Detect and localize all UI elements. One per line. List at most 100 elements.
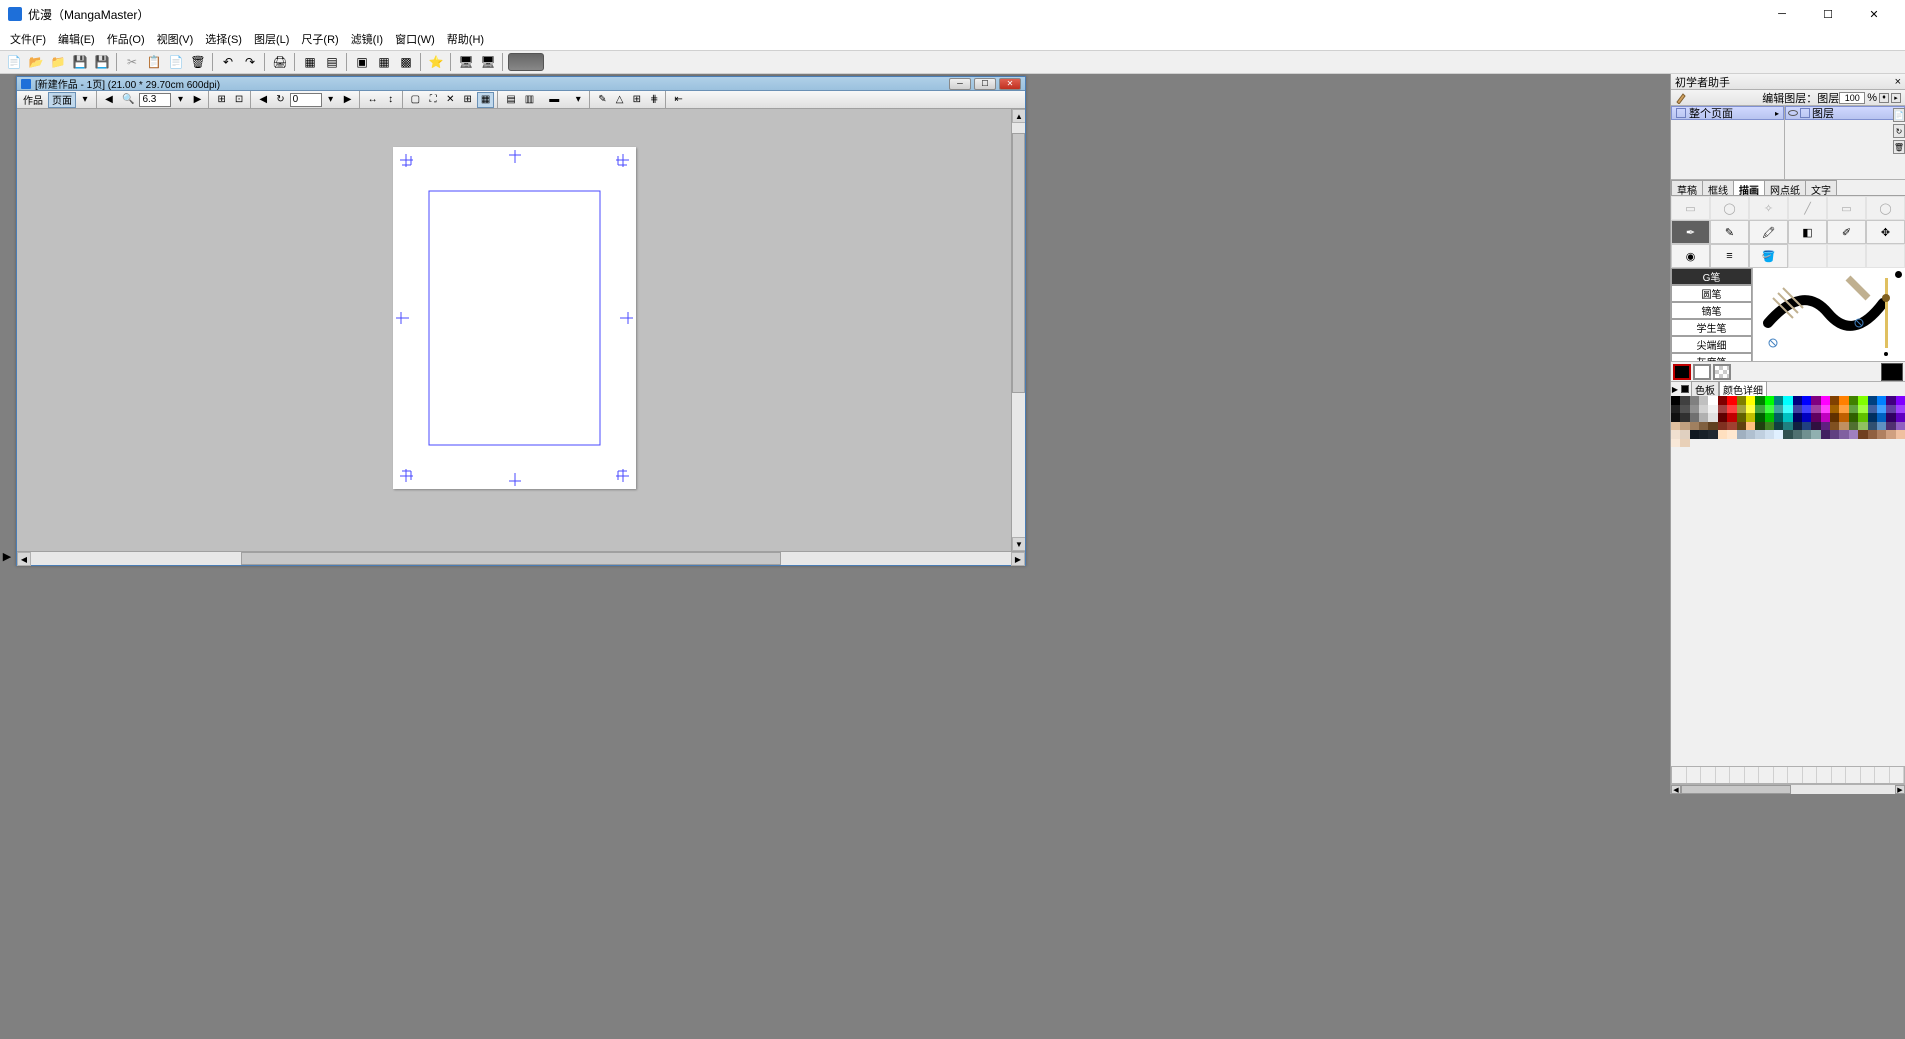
tab-frame[interactable]: 框线 xyxy=(1702,180,1734,195)
swatch-color[interactable] xyxy=(1727,396,1736,405)
zoom-input[interactable] xyxy=(139,93,171,107)
swatch-color[interactable] xyxy=(1858,405,1867,414)
swatch-color[interactable] xyxy=(1737,430,1746,439)
swatch-color[interactable] xyxy=(1680,405,1689,414)
swatch-color[interactable] xyxy=(1718,422,1727,431)
swatch-color[interactable] xyxy=(1868,396,1877,405)
swatch-color[interactable] xyxy=(1839,422,1848,431)
swatch-color[interactable] xyxy=(1802,413,1811,422)
swatch-color[interactable] xyxy=(1858,396,1867,405)
line-select-icon[interactable]: ╱ xyxy=(1788,196,1827,220)
swatch-color[interactable] xyxy=(1849,396,1858,405)
zoom-dropdown-icon[interactable]: ▾ xyxy=(172,92,188,108)
clear-icon[interactable]: 🗑 xyxy=(188,52,208,72)
custom-scroll-left-icon[interactable]: ◀ xyxy=(1671,785,1681,794)
swatch-color[interactable] xyxy=(1839,396,1848,405)
swatch-color[interactable] xyxy=(1746,413,1755,422)
swatch-color[interactable] xyxy=(1774,405,1783,414)
swatch-color[interactable] xyxy=(1821,430,1830,439)
ruler3-icon[interactable]: ⊞ xyxy=(629,92,645,108)
scroll-up-icon[interactable]: ▲ xyxy=(1012,109,1025,123)
swatch-color[interactable] xyxy=(1830,405,1839,414)
star-icon[interactable]: ⭐ xyxy=(426,52,446,72)
swatch-color[interactable] xyxy=(1737,396,1746,405)
swatch-color[interactable] xyxy=(1839,413,1848,422)
document-titlebar[interactable]: [新建作品 - 1页] (21.00 * 29.70cm 600dpi) ─ ☐… xyxy=(17,77,1025,91)
swatch-color[interactable] xyxy=(1896,413,1905,422)
swatch-color[interactable] xyxy=(1877,430,1886,439)
panel3-icon[interactable]: ▣ xyxy=(352,52,372,72)
menu-view[interactable]: 视图(V) xyxy=(151,29,200,49)
swatch-color[interactable] xyxy=(1737,413,1746,422)
swatch-color[interactable] xyxy=(1896,430,1905,439)
angle-input[interactable] xyxy=(290,93,322,107)
swatch-color[interactable] xyxy=(1727,405,1736,414)
swatch-color[interactable] xyxy=(1755,396,1764,405)
swatch-color[interactable] xyxy=(1690,405,1699,414)
panel4-icon[interactable]: ▦ xyxy=(374,52,394,72)
custom-colors-strip[interactable] xyxy=(1671,766,1905,784)
save-as-icon[interactable]: 💾 xyxy=(92,52,112,72)
scroll-down-icon[interactable]: ▼ xyxy=(1012,537,1025,551)
scroll-thumb-v[interactable] xyxy=(1012,133,1025,393)
page-dropdown-icon[interactable]: ▾ xyxy=(77,92,93,108)
swatch-color[interactable] xyxy=(1755,413,1764,422)
swatch-color[interactable] xyxy=(1774,396,1783,405)
ruler2-icon[interactable]: △ xyxy=(612,92,628,108)
swatch-color[interactable] xyxy=(1877,396,1886,405)
redo-icon[interactable]: ↷ xyxy=(240,52,260,72)
swatch-color[interactable] xyxy=(1755,405,1764,414)
layer-fx-icon[interactable]: ↻ xyxy=(1893,124,1905,138)
layer-delete-icon[interactable]: 🗑 xyxy=(1893,140,1905,154)
swatch-color[interactable] xyxy=(1793,430,1802,439)
opacity-input[interactable] xyxy=(1839,92,1865,104)
pen-list[interactable]: G笔 圆笔 镝笔 学生笔 尖端细 灰度笔 xyxy=(1671,268,1753,361)
swatch-color[interactable] xyxy=(1690,430,1699,439)
swatch-color[interactable] xyxy=(1849,430,1858,439)
tab-text[interactable]: 文字 xyxy=(1805,180,1837,195)
rect-tool-icon[interactable]: ▭ xyxy=(1827,196,1866,220)
swatch-color[interactable] xyxy=(1765,396,1774,405)
swatch-color[interactable] xyxy=(1886,422,1895,431)
scroll-thumb-h[interactable] xyxy=(241,552,781,565)
swatch-color[interactable] xyxy=(1821,396,1830,405)
swatch-color[interactable] xyxy=(1680,413,1689,422)
page-canvas[interactable] xyxy=(393,147,636,489)
rotate-right-icon[interactable]: ▶ xyxy=(340,92,356,108)
swatch-color[interactable] xyxy=(1811,405,1820,414)
swatch-color[interactable] xyxy=(1868,405,1877,414)
swatch-color[interactable] xyxy=(1896,422,1905,431)
swatch-color[interactable] xyxy=(1690,422,1699,431)
paste-icon[interactable]: 📄 xyxy=(166,52,186,72)
swatch-color[interactable] xyxy=(1849,413,1858,422)
swatch-color[interactable] xyxy=(1868,430,1877,439)
tab-tone[interactable]: 网点纸 xyxy=(1764,180,1806,195)
helper-panel-title[interactable]: 初学者助手 × xyxy=(1671,74,1905,90)
ellipse-tool-icon[interactable]: ◯ xyxy=(1866,196,1905,220)
flip-h-icon[interactable]: ↔ xyxy=(364,92,382,108)
new-icon[interactable]: 📄 xyxy=(4,52,24,72)
swatch-color[interactable] xyxy=(1671,413,1680,422)
swatch-color[interactable] xyxy=(1802,422,1811,431)
canvas-area[interactable] xyxy=(17,109,1011,551)
eye-icon[interactable] xyxy=(1788,110,1798,116)
scroll-left-icon[interactable]: ◀ xyxy=(17,552,31,566)
swatch-color[interactable] xyxy=(1868,422,1877,431)
marquee-icon[interactable]: ▭ xyxy=(1671,196,1710,220)
angle-dropdown-icon[interactable]: ▾ xyxy=(323,92,339,108)
swatch-color[interactable] xyxy=(1708,405,1717,414)
flip-v-icon[interactable]: ↕ xyxy=(383,92,399,108)
view-mode4-icon[interactable]: ⊞ xyxy=(459,92,475,108)
save-icon[interactable]: 💾 xyxy=(70,52,90,72)
menu-work[interactable]: 作品(O) xyxy=(101,29,151,49)
swatch-color[interactable] xyxy=(1783,430,1792,439)
swatch-color[interactable] xyxy=(1708,430,1717,439)
tab-swatches[interactable]: 色板 xyxy=(1691,381,1719,397)
left-panel-handle[interactable]: ▶ xyxy=(0,74,14,1039)
swatch-color[interactable] xyxy=(1671,430,1680,439)
swatch-grid[interactable] xyxy=(1671,396,1905,447)
pen-thin[interactable]: 尖端细 xyxy=(1671,336,1752,353)
swatch-color[interactable] xyxy=(1718,396,1727,405)
swatch-color[interactable] xyxy=(1896,405,1905,414)
swatch-color[interactable] xyxy=(1793,405,1802,414)
